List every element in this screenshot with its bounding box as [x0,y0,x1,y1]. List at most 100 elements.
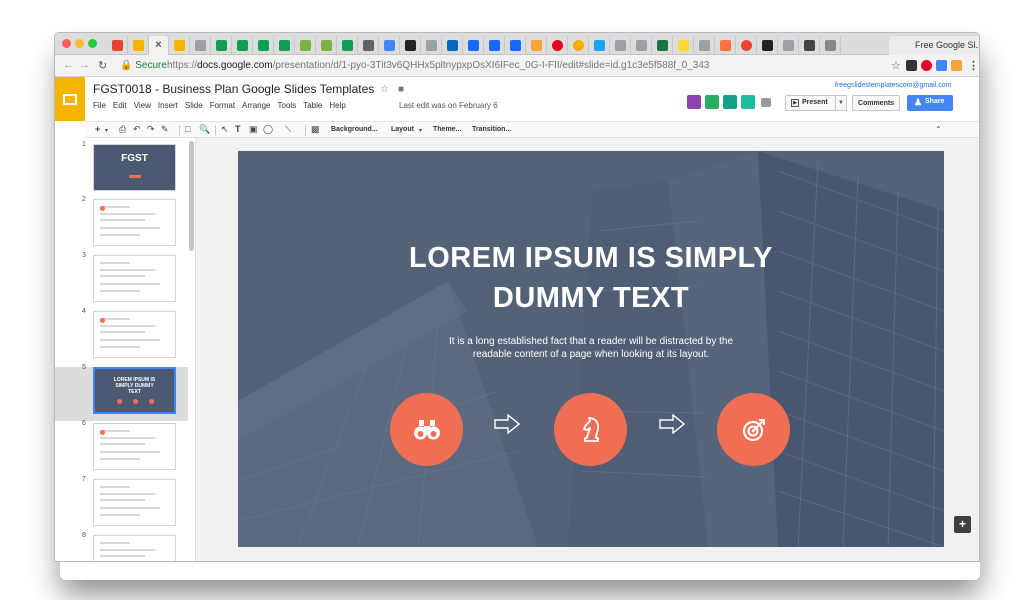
browser-tab[interactable] [673,36,694,55]
slide-thumbnail-6[interactable] [93,423,176,470]
print-icon[interactable]: ⎙ [119,124,126,135]
back-icon[interactable]: ← [63,59,74,71]
slide-thumbnail-1[interactable]: FGST [93,144,176,191]
browser-tab[interactable] [358,36,379,55]
menu-insert[interactable]: Insert [158,101,178,110]
browser-tab[interactable] [463,36,484,55]
shape-icon[interactable]: ◯ [263,124,273,135]
browser-tab[interactable] [715,36,736,55]
slide-thumbnail-4[interactable] [93,311,176,358]
browser-tab[interactable] [652,36,673,55]
extension-icon[interactable] [906,60,917,71]
menu-table[interactable]: Table [303,101,322,110]
browser-tab[interactable] [694,36,715,55]
menu-help[interactable]: Help [329,101,345,110]
new-slide-icon[interactable]: + [95,124,100,134]
more-menu-icon[interactable]: ⋮ [968,59,979,72]
menu-file[interactable]: File [93,101,106,110]
browser-tab[interactable] [589,36,610,55]
comments-button[interactable]: Comments [852,95,900,111]
filmstrip-scrollbar[interactable] [189,141,194,251]
browser-tab[interactable] [211,36,232,55]
transition-button[interactable]: Transition... [472,126,511,133]
browser-tab[interactable] [274,36,295,55]
slides-logo[interactable] [55,77,85,121]
browser-tab[interactable] [337,36,358,55]
addon-icon[interactable] [687,95,701,109]
select-icon[interactable]: ↖ [221,124,229,135]
slide-thumbnail-3[interactable] [93,255,176,302]
browser-tab[interactable] [107,36,128,55]
account-extension-icon[interactable] [936,60,947,71]
layout-dropdown-icon[interactable]: ▾ [419,127,422,134]
browser-tab[interactable] [128,36,149,55]
url-field[interactable]: https://docs.google.com/presentation/d/1… [167,60,709,71]
browser-tab[interactable] [295,36,316,55]
collapse-toolbar-icon[interactable]: ⌃ [935,125,942,134]
browser-tab[interactable] [778,36,799,55]
document-title[interactable]: FGST0018 - Business Plan Google Slides T… [93,82,374,96]
text-box-icon[interactable]: T [235,124,241,134]
tab-free-google-slides[interactable]: Free Google Sl... [889,36,979,55]
browser-tab[interactable] [379,36,400,55]
browser-tab[interactable] [169,36,190,55]
zoom-icon[interactable]: 🔍 [199,124,210,135]
browser-tab[interactable] [316,36,337,55]
extension-icon[interactable] [951,60,962,71]
browser-tab[interactable] [547,36,568,55]
menu-tools[interactable]: Tools [278,101,297,110]
share-button[interactable]: ♟ Share [907,95,953,111]
theme-button[interactable]: Theme... [433,126,461,133]
slide-subtitle[interactable]: It is a long established fact that a rea… [428,335,754,361]
browser-tab[interactable] [421,36,442,55]
zoom-window-button[interactable] [88,39,97,48]
browser-tab[interactable] [799,36,820,55]
slide-thumbnail-5[interactable]: LOREM IPSUM IS SIMPLY DUMMY TEXT [93,367,176,414]
slide-thumbnail-7[interactable] [93,479,176,526]
comment-history-icon[interactable] [761,98,771,107]
menu-format[interactable]: Format [210,101,235,110]
pinterest-extension-icon[interactable] [921,60,932,71]
close-window-button[interactable] [62,39,71,48]
secure-indicator[interactable]: 🔒 Secure [120,60,167,71]
layout-button[interactable]: Layout [391,126,414,133]
browser-tab[interactable] [442,36,463,55]
browser-tab[interactable] [232,36,253,55]
forward-icon[interactable]: → [79,59,90,71]
folder-icon[interactable]: ■ [398,84,404,95]
menu-edit[interactable]: Edit [113,101,127,110]
redo-icon[interactable]: ↷ [147,124,155,135]
undo-icon[interactable]: ↶ [133,124,141,135]
browser-tab[interactable] [253,36,274,55]
addon-icon[interactable] [705,95,719,109]
present-dropdown-icon[interactable]: ▼ [835,95,847,111]
background-button[interactable]: Background... [331,126,378,133]
browser-tab[interactable] [757,36,778,55]
bookmark-star-icon[interactable]: ☆ [891,59,901,72]
target-circle[interactable] [717,393,790,466]
last-edit-status[interactable]: Last edit was on February 6 [399,101,498,110]
line-icon[interactable]: ⟍ [285,124,291,135]
slide-title[interactable]: LOREM IPSUM IS SIMPLY DUMMY TEXT [238,238,944,318]
slide-thumbnail-2[interactable] [93,199,176,246]
browser-tab[interactable] [736,36,757,55]
browser-tab[interactable] [505,36,526,55]
star-icon[interactable]: ☆ [380,84,389,95]
addon-icon[interactable] [741,95,755,109]
menu-view[interactable]: View [134,101,151,110]
reload-icon[interactable]: ↻ [98,59,107,72]
slide-thumbnail-8[interactable] [93,535,176,561]
comment-icon[interactable]: ▩ [311,124,320,135]
browser-tab[interactable] [568,36,589,55]
browser-tab[interactable] [631,36,652,55]
chess-knight-circle[interactable] [554,393,627,466]
addon-icon[interactable] [723,95,737,109]
minimize-window-button[interactable] [75,39,84,48]
zoom-fit-icon[interactable]: □ [185,124,190,134]
browser-tab[interactable] [610,36,631,55]
browser-tab[interactable]: × [149,36,169,55]
menu-arrange[interactable]: Arrange [242,101,270,110]
browser-tab[interactable] [820,36,841,55]
binoculars-circle[interactable] [390,393,463,466]
browser-tab[interactable] [526,36,547,55]
